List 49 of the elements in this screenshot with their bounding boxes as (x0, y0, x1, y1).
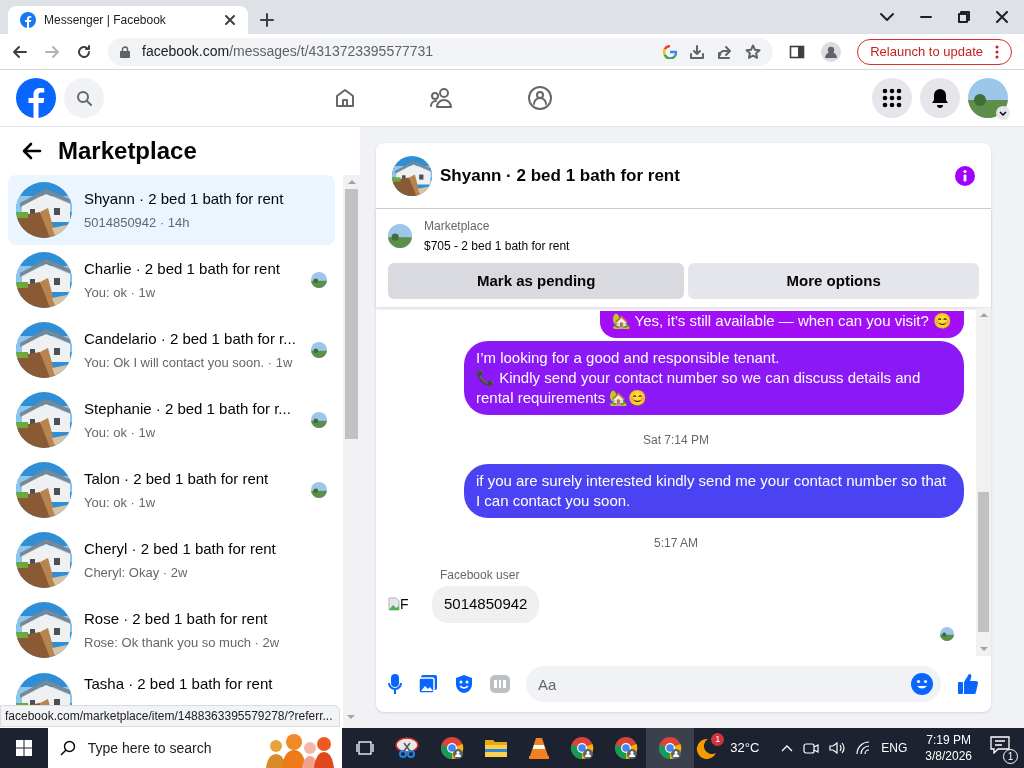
conversation-title: Tasha · 2 bed 1 bath for rent (84, 674, 274, 694)
listing-label: Marketplace (424, 218, 491, 235)
timestamp: 5:17 AM (654, 535, 698, 552)
conversation-preview: 5014850942 · 14h (84, 213, 191, 232)
chat-title: Shyann · 2 bed 1 bath for rent (440, 164, 681, 187)
notification-count: 1 (1003, 749, 1018, 764)
tab-title: Messenger | Facebook (44, 12, 167, 29)
search-placeholder: Type here to search (87, 738, 213, 758)
url-text: facebook.com/messages/t/4313723395577731 (142, 42, 435, 61)
conversation-title: Rose · 2 bed 1 bath for rent (84, 609, 269, 629)
browser-tab[interactable]: Messenger | Facebook (8, 6, 248, 34)
message-bubble: 🏡 Yes, it’s still available — when can you visit? 😊 (599, 311, 964, 338)
conversation-preview: You: ok · 1w (84, 493, 157, 512)
clock-time[interactable]: 7:19 PM (926, 732, 971, 748)
conversation-item[interactable]: Candelario · 2 bed 1 bath for r... You: Ok I will contact you soon. · 1w (8, 315, 335, 385)
conversation-item[interactable]: Shyann · 2 bed 1 bath for rent 5014850942 · 14h (8, 175, 335, 245)
conversation-title: Cheryl · 2 bed 1 bath for rent (84, 539, 277, 559)
language-indicator[interactable]: ENG (881, 739, 908, 757)
conversation-title: Talon · 2 bed 1 bath for rent (84, 469, 270, 489)
conversation-title: Charlie · 2 bed 1 bath for rent (84, 259, 281, 279)
conversation-item[interactable]: Stephanie · 2 bed 1 bath for r... You: ok · 1w (8, 385, 335, 455)
message-input[interactable]: Aa (526, 666, 941, 702)
conversation-item[interactable]: Charlie · 2 bed 1 bath for rent You: ok · 1w (8, 245, 335, 315)
status-url: facebook.com/marketplace/item/1488363395579278/?referr... (0, 705, 340, 727)
conversation-item[interactable]: Rose · 2 bed 1 bath for rent Rose: Ok thank you so much · 2w (8, 595, 335, 665)
avatar-alt-text: F (400, 594, 409, 614)
sidebar-title: Marketplace (58, 136, 197, 166)
address-field[interactable]: facebook.com/messages/t/4313723395577731 (108, 37, 774, 66)
conversation-item[interactable]: Cheryl · 2 bed 1 bath for rent Cheryl: Okay · 2w (8, 525, 335, 595)
temperature: 32°C (730, 739, 760, 758)
sender-name: Facebook user (440, 567, 521, 584)
clock-date[interactable]: 3/8/2026 (925, 748, 972, 764)
more-options-button[interactable]: More options (688, 263, 979, 299)
conversation-preview: You: ok · 1w (84, 423, 157, 442)
message-bubble: if you are surely interested kindly send me your contact number so that I can contact you soon. (464, 464, 964, 518)
listing-title: $705 - 2 bed 1 bath for rent (424, 238, 570, 255)
conversation-title: Stephanie · 2 bed 1 bath for r... (84, 399, 292, 419)
message-bubble: 5014850942 (432, 586, 540, 623)
message-bubble: I’m looking for a good and responsible tenant. 📞 Kindly send your contact number so we can discuss details and rental requirements 🏡😊 (464, 341, 964, 415)
notification-badge: 1 (711, 733, 725, 746)
mark-pending-button[interactable]: Mark as pending (388, 263, 685, 299)
conversation-title: Candelario · 2 bed 1 bath for r... (84, 329, 297, 349)
conversation-preview: You: ok · 1w (84, 283, 157, 302)
conversation-preview: Rose: Ok thank you so much · 2w (84, 633, 281, 652)
timestamp: Sat 7:14 PM (642, 432, 709, 449)
conversation-title: Shyann · 2 bed 1 bath for rent (84, 189, 285, 209)
conversation-preview: Cheryl: Okay · 2w (84, 563, 189, 582)
conversation-preview: You: Ok I will contact you soon. · 1w (84, 353, 294, 372)
conversation-item[interactable]: Talon · 2 bed 1 bath for rent You: ok · 1w (8, 455, 335, 525)
